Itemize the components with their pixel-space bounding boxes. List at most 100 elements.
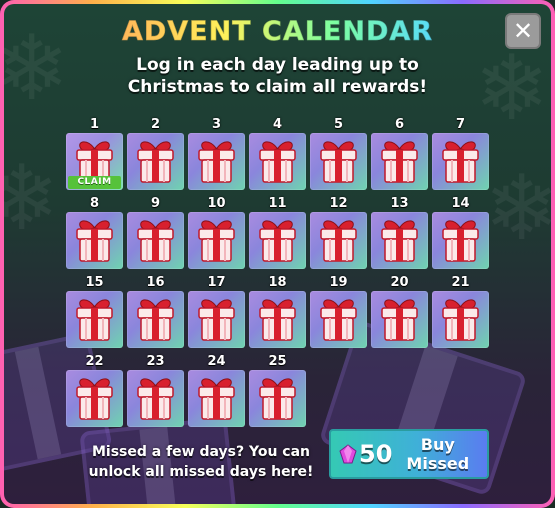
calendar-day-reward-tile[interactable] (66, 212, 123, 269)
calendar-day-number: 4 (272, 117, 283, 132)
gift-box-icon (73, 218, 116, 267)
calendar-day: 9 (127, 195, 184, 269)
buy-missed-label-line-2: Missed (406, 454, 470, 473)
buy-missed-button[interactable]: 50 Buy Missed (329, 429, 489, 479)
buy-missed-label-line-1: Buy (420, 435, 455, 454)
calendar-day-reward-tile[interactable] (371, 291, 428, 348)
calendar-day-number: 13 (390, 196, 409, 211)
calendar-day-number: 1 (89, 117, 100, 132)
gift-box-icon (73, 297, 116, 346)
calendar-day-reward-tile[interactable] (249, 370, 306, 427)
calendar-day-number: 20 (390, 275, 409, 290)
close-button[interactable]: ✕ (505, 13, 541, 49)
calendar-day-reward-tile[interactable] (432, 212, 489, 269)
calendar-day: 7 (432, 116, 489, 190)
gift-box-icon (195, 376, 238, 425)
calendar-day-reward-tile[interactable] (310, 291, 367, 348)
gift-box-icon (378, 139, 421, 188)
calendar-day: 10 (188, 195, 245, 269)
gift-box-icon (439, 297, 482, 346)
calendar-day: 1 CLAIM (66, 116, 123, 190)
calendar-day: 14 (432, 195, 489, 269)
calendar-day-reward-tile[interactable]: CLAIM (66, 133, 123, 190)
buy-missed-price: 50 (359, 440, 393, 468)
calendar-day: 23 (127, 353, 184, 427)
calendar-day-number: 25 (268, 354, 287, 369)
calendar-day: 11 (249, 195, 306, 269)
calendar-day: 4 (249, 116, 306, 190)
calendar-day-reward-tile[interactable] (249, 133, 306, 190)
calendar-day-number: 5 (333, 117, 344, 132)
gift-box-icon (195, 139, 238, 188)
missed-days-line-2: unlock all missed days here! (88, 464, 314, 480)
gift-box-icon (439, 218, 482, 267)
gift-box-icon (195, 218, 238, 267)
calendar-day-reward-tile[interactable] (249, 212, 306, 269)
calendar-day: 21 (432, 274, 489, 348)
calendar-day-number: 8 (89, 196, 100, 211)
claim-button[interactable]: CLAIM (68, 176, 121, 189)
calendar-day: 20 (371, 274, 428, 348)
gem-icon (339, 444, 357, 464)
calendar-day: 16 (127, 274, 184, 348)
gift-box-icon (73, 376, 116, 425)
calendar-day-reward-tile[interactable] (188, 370, 245, 427)
gift-box-icon (256, 218, 299, 267)
calendar-day-reward-tile[interactable] (188, 212, 245, 269)
calendar-day-number: 12 (329, 196, 348, 211)
calendar-day-reward-tile[interactable] (310, 212, 367, 269)
calendar-day: 8 (66, 195, 123, 269)
calendar-day-reward-tile[interactable] (310, 133, 367, 190)
calendar-day-number: 18 (268, 275, 287, 290)
calendar-day: 15 (66, 274, 123, 348)
calendar-day-reward-tile[interactable] (127, 291, 184, 348)
calendar-day-reward-tile[interactable] (432, 291, 489, 348)
gift-box-icon (317, 139, 360, 188)
snowflake-decoration-icon: ❄ (484, 156, 551, 261)
gift-box-icon (134, 376, 177, 425)
gift-box-icon (317, 297, 360, 346)
calendar-day-reward-tile[interactable] (66, 291, 123, 348)
gift-box-icon (134, 297, 177, 346)
calendar-day-reward-tile[interactable] (127, 212, 184, 269)
calendar-day-reward-tile[interactable] (66, 370, 123, 427)
calendar-day-number: 17 (207, 275, 226, 290)
buy-missed-label: Buy Missed (406, 435, 469, 473)
calendar-day: 2 (127, 116, 184, 190)
advent-calendar-panel: ❄ ❄ ❄ ❄ ADVENT CALENDAR ✕ Log in each da… (4, 4, 551, 504)
calendar-day: 19 (310, 274, 367, 348)
calendar-day-number: 22 (85, 354, 104, 369)
missed-days-text: Missed a few days? You can unlock all mi… (86, 442, 316, 482)
calendar-day: 25 (249, 353, 306, 427)
calendar-day-number: 9 (150, 196, 161, 211)
calendar-day-reward-tile[interactable] (127, 370, 184, 427)
calendar-day-number: 23 (146, 354, 165, 369)
snowflake-decoration-icon: ❄ (4, 146, 60, 251)
calendar-day-reward-tile[interactable] (188, 291, 245, 348)
calendar-day-number: 15 (85, 275, 104, 290)
calendar-day: 13 (371, 195, 428, 269)
calendar-day-reward-tile[interactable] (371, 133, 428, 190)
advent-calendar-window: ❄ ❄ ❄ ❄ ADVENT CALENDAR ✕ Log in each da… (0, 0, 555, 508)
calendar-day: 3 (188, 116, 245, 190)
calendar-day-reward-tile[interactable] (188, 133, 245, 190)
calendar-day-reward-tile[interactable] (432, 133, 489, 190)
gift-box-icon (439, 139, 482, 188)
calendar-day-number: 2 (150, 117, 161, 132)
calendar-day: 18 (249, 274, 306, 348)
gift-box-icon (256, 139, 299, 188)
close-icon: ✕ (512, 17, 534, 45)
gift-box-icon (134, 139, 177, 188)
calendar-day-reward-tile[interactable] (249, 291, 306, 348)
calendar-day-reward-tile[interactable] (371, 212, 428, 269)
calendar-day: 17 (188, 274, 245, 348)
calendar-day-reward-tile[interactable] (127, 133, 184, 190)
page-title: ADVENT CALENDAR (4, 16, 551, 48)
gift-box-icon (256, 297, 299, 346)
gift-box-icon (134, 218, 177, 267)
calendar-day-number: 7 (455, 117, 466, 132)
calendar-day-number: 16 (146, 275, 165, 290)
calendar-day-number: 10 (207, 196, 226, 211)
instructions-text: Log in each day leading up to Christmas … (64, 54, 491, 98)
gift-box-icon (256, 376, 299, 425)
